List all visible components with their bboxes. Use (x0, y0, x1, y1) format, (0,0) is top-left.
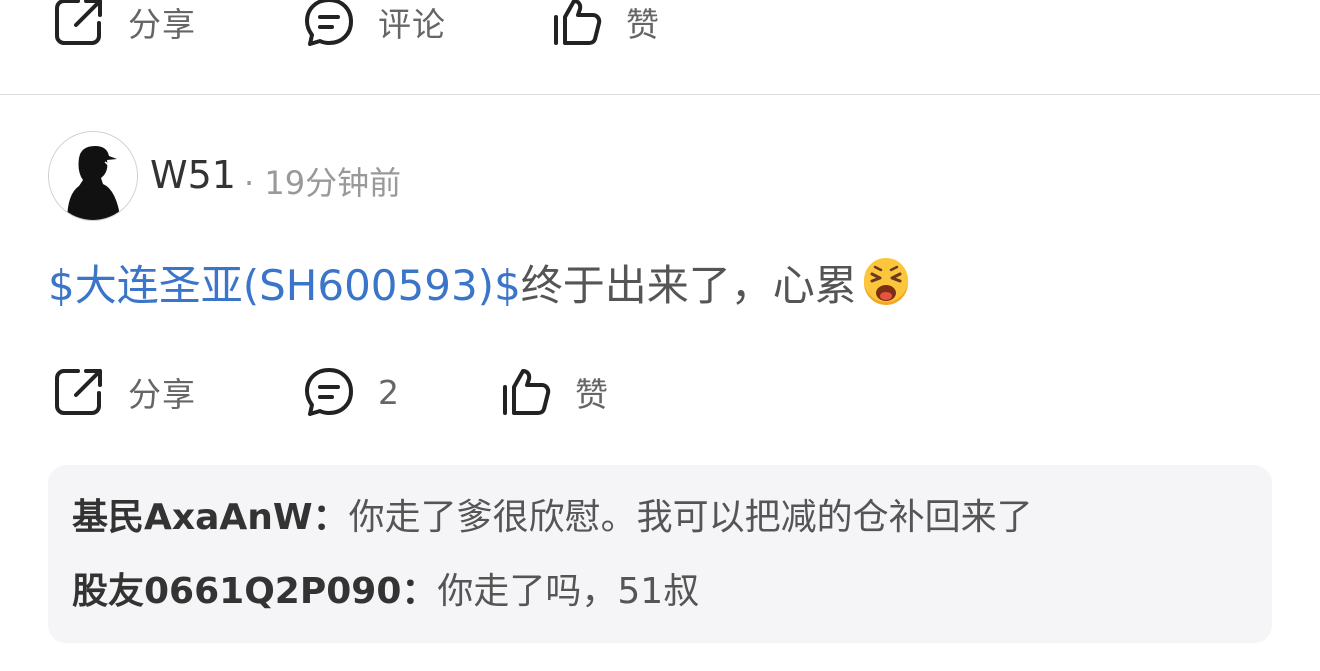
thumbs-up-icon (550, 0, 604, 49)
post-divider (0, 94, 1320, 95)
share-button[interactable]: 分享 (52, 362, 196, 422)
like-button[interactable]: 赞 (499, 362, 609, 422)
comment-button[interactable]: 2 (302, 362, 400, 422)
like-label: 赞 (575, 375, 609, 414)
comment-icon (302, 0, 356, 49)
like-label: 赞 (626, 5, 660, 44)
comment-item[interactable]: 股友0661Q2P090：你走了吗，51叔 (72, 566, 699, 618)
tired-face-emoji-icon (861, 258, 911, 324)
share-label: 分享 (128, 5, 196, 44)
share-button[interactable]: 分享 (52, 0, 196, 52)
post-text: 终于出来了，心累 (520, 261, 857, 310)
comment-author[interactable]: 基民AxaAnW： (72, 497, 349, 538)
post-username[interactable]: W51 (150, 153, 236, 197)
feed-page: 分享 评论 赞 W51 · 19分钟前 $大连圣亚(SH600593)$终于出来… (0, 0, 1320, 671)
comment-count: 2 (378, 372, 400, 412)
post-action-bar: 分享 2 赞 (0, 362, 1320, 422)
comment-text: 你走了吗，51叔 (437, 571, 700, 612)
thumbs-up-icon (499, 365, 553, 419)
comment-button[interactable]: 评论 (302, 0, 446, 52)
like-button[interactable]: 赞 (550, 0, 660, 52)
share-icon (52, 0, 106, 49)
previous-post-action-bar: 分享 评论 赞 (0, 0, 1320, 52)
share-icon (52, 365, 106, 419)
avatar[interactable] (48, 131, 138, 221)
comment-author[interactable]: 股友0661Q2P090： (72, 571, 437, 612)
comment-icon (302, 365, 356, 419)
comment-text: 你走了爹很欣慰。我可以把减的仓补回来了 (348, 497, 1033, 538)
post-timestamp: · 19分钟前 (244, 164, 402, 202)
comment-item[interactable]: 基民AxaAnW：你走了爹很欣慰。我可以把减的仓补回来了 (72, 492, 1033, 544)
stock-link[interactable]: $大连圣亚(SH600593)$ (48, 261, 521, 310)
post-content: $大连圣亚(SH600593)$终于出来了，心累 (48, 256, 911, 324)
share-label: 分享 (128, 375, 196, 414)
comment-label: 评论 (378, 5, 446, 44)
